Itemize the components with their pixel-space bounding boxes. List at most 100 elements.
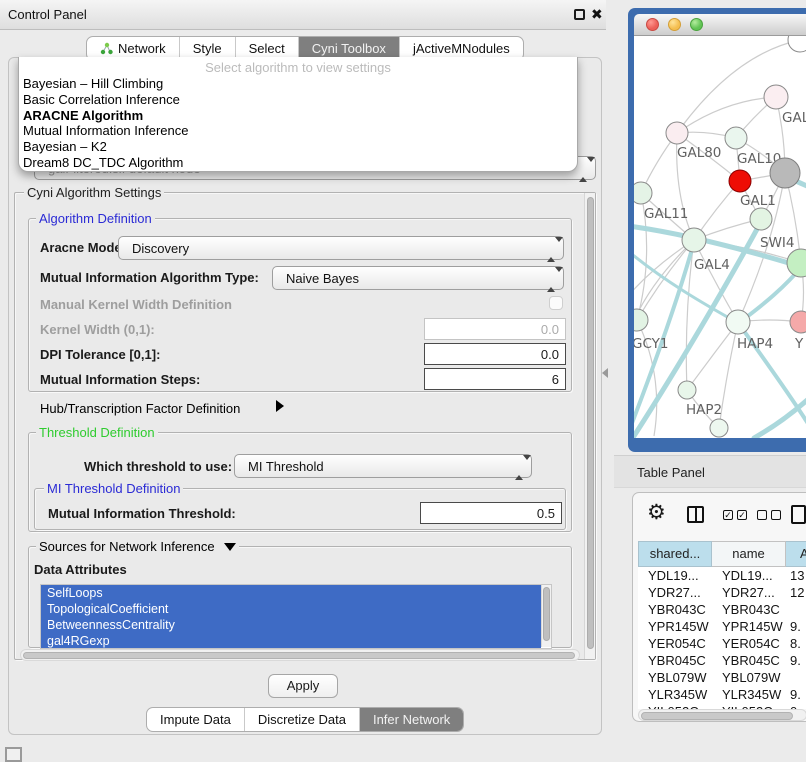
kernel-width-field[interactable]: 0.0 (424, 318, 566, 340)
attributes-scrollbar[interactable] (541, 585, 551, 647)
attribute-item-selected[interactable]: TopologicalCoefficient (41, 601, 541, 617)
sources-group-title: Sources for Network Inference (36, 539, 239, 554)
network-node-gal10[interactable] (725, 127, 747, 149)
node-label: GAL4 (694, 257, 730, 273)
float-window-icon[interactable] (574, 9, 585, 20)
split-columns-icon[interactable] (687, 506, 704, 523)
network-edge[interactable] (677, 97, 776, 133)
table-window: ⚙ ✓✓ shared...nameA YDL19...YDL19...13YD… (632, 492, 806, 722)
network-canvas[interactable]: GALGAL80GAL10GAL1GAL11GAL4SWI4GCY1HAP4YH… (634, 36, 806, 438)
select-all-checkboxes-icon[interactable]: ✓✓ (723, 510, 747, 520)
mi-steps-field[interactable]: 6 (424, 368, 566, 390)
network-node-gcy1[interactable] (634, 309, 648, 331)
table-horizontal-scrollbar[interactable] (638, 709, 806, 721)
algorithm-option[interactable]: Basic Correlation Inference (19, 92, 577, 108)
bottom-tabbar: Impute DataDiscretize DataInfer Network (146, 707, 464, 732)
expand-arrow-icon[interactable] (276, 400, 284, 412)
bottom-tab-infer-network[interactable]: Infer Network (359, 708, 463, 731)
aracne-mode-select[interactable]: Discovery (118, 236, 564, 260)
apply-button[interactable]: Apply (268, 674, 338, 698)
mi-algorithm-type-select[interactable]: Naive Bayes (272, 266, 564, 290)
table-cell: YBR045C (712, 652, 786, 669)
table-row[interactable]: YPR145WYPR145W9. (638, 618, 806, 635)
network-node-gal1[interactable] (750, 208, 772, 230)
mi-threshold-field[interactable]: 0.5 (420, 502, 562, 524)
bottom-tab-impute-data[interactable]: Impute Data (147, 708, 244, 731)
threshold-definition-title: Threshold Definition (36, 425, 158, 440)
table-cell: YBL079W (638, 669, 712, 686)
network-node-gal[interactable] (764, 85, 788, 109)
network-node-swi4[interactable] (787, 249, 806, 277)
algorithm-option[interactable]: Bayesian – K2 (19, 139, 577, 155)
attribute-item-selected[interactable]: BetweennessCentrality (41, 617, 541, 633)
page-icon[interactable] (791, 505, 806, 524)
which-threshold-select[interactable]: MI Threshold (234, 454, 532, 478)
table-cell (786, 601, 806, 618)
table-cell: YPR145W (638, 618, 712, 635)
network-node-hap4[interactable] (726, 310, 750, 334)
network-node-y[interactable] (790, 311, 806, 333)
table-cell: 13 (786, 567, 806, 584)
table-cell: YBR043C (638, 601, 712, 618)
algorithm-option[interactable]: Mutual Information Inference (19, 123, 577, 139)
collapse-arrow-icon[interactable] (224, 543, 236, 551)
table-cell: 9. (786, 652, 806, 669)
algorithm-definition-title: Algorithm Definition (36, 211, 155, 226)
node-label: SWI4 (760, 235, 795, 251)
algorithm-option[interactable]: Dream8 DC_TDC Algorithm (19, 155, 577, 171)
network-node-hap2[interactable] (678, 381, 696, 399)
mi-algorithm-type-value: Naive Bayes (286, 271, 359, 286)
gear-icon[interactable]: ⚙ (647, 502, 666, 523)
data-attributes-list[interactable]: SelfLoopsTopologicalCoefficientBetweenne… (40, 584, 552, 649)
network-node[interactable] (729, 170, 751, 192)
close-traffic-light-icon[interactable] (646, 18, 659, 31)
data-attributes-label: Data Attributes (34, 562, 127, 577)
corner-panel-chip[interactable] (5, 747, 22, 762)
zoom-traffic-light-icon[interactable] (690, 18, 703, 31)
table-cell: YLR345W (638, 686, 712, 703)
kernel-width-label: Kernel Width (0,1): (40, 322, 155, 337)
minimize-traffic-light-icon[interactable] (668, 18, 681, 31)
table-row[interactable]: YLR345WYLR345W9. (638, 686, 806, 703)
network-node-gal4[interactable] (682, 228, 706, 252)
table-panel-title: Table Panel (637, 465, 705, 480)
manual-kernel-width-checkbox[interactable] (549, 296, 563, 310)
table-row[interactable]: YDL19...YDL19...13 (638, 567, 806, 584)
mi-algorithm-type-label: Mutual Information Algorithm Type: (40, 270, 259, 285)
bottom-tab-discretize-data[interactable]: Discretize Data (244, 708, 359, 731)
table-panel-header: Table Panel (614, 455, 806, 488)
network-node[interactable] (710, 419, 728, 437)
algorithm-option[interactable]: ARACNE Algorithm (19, 108, 577, 124)
table-row[interactable]: YER054CYER054C8. (638, 635, 806, 652)
close-icon[interactable]: ✖ (591, 6, 603, 23)
network-node-gal11[interactable] (634, 182, 652, 204)
table-row[interactable]: YBL079WYBL079W (638, 669, 806, 686)
network-node[interactable] (788, 36, 806, 52)
combo-arrows-icon (579, 162, 588, 177)
panel-splitter-arrow-icon[interactable] (602, 368, 608, 378)
network-node-gal80[interactable] (666, 122, 688, 144)
network-window-titlebar[interactable] (634, 14, 806, 36)
dpi-tolerance-field[interactable]: 0.0 (424, 343, 566, 365)
column-header[interactable]: shared... (638, 541, 712, 567)
attribute-item-selected[interactable]: SelfLoops (41, 585, 541, 601)
table-cell: YBR043C (712, 601, 786, 618)
table-header-row: shared...nameA (638, 541, 806, 567)
table-row[interactable]: YBR043CYBR043C (638, 601, 806, 618)
column-header[interactable]: A (786, 541, 806, 567)
network-edge-highlighted[interactable] (754, 392, 806, 438)
network-node[interactable] (770, 158, 800, 188)
deselect-all-checkboxes-icon[interactable] (757, 510, 781, 520)
attribute-item-selected[interactable]: gal4RGexp (41, 633, 541, 649)
column-header[interactable]: name (712, 541, 786, 567)
settings-vertical-scrollbar[interactable] (584, 193, 595, 659)
node-label: HAP4 (737, 336, 773, 352)
settings-horizontal-scrollbar[interactable] (20, 649, 580, 661)
table-row[interactable]: YDR27...YDR27...12 (638, 584, 806, 601)
table-cell: YER054C (712, 635, 786, 652)
screen: { "control_panel": { "title": "Control P… (0, 0, 806, 762)
control-panel-titlebar: Control Panel ✖ (0, 0, 606, 30)
algorithm-option[interactable]: Bayesian – Hill Climbing (19, 76, 577, 92)
aracne-mode-label: Aracne Mode: (40, 240, 126, 255)
table-row[interactable]: YBR045CYBR045C9. (638, 652, 806, 669)
